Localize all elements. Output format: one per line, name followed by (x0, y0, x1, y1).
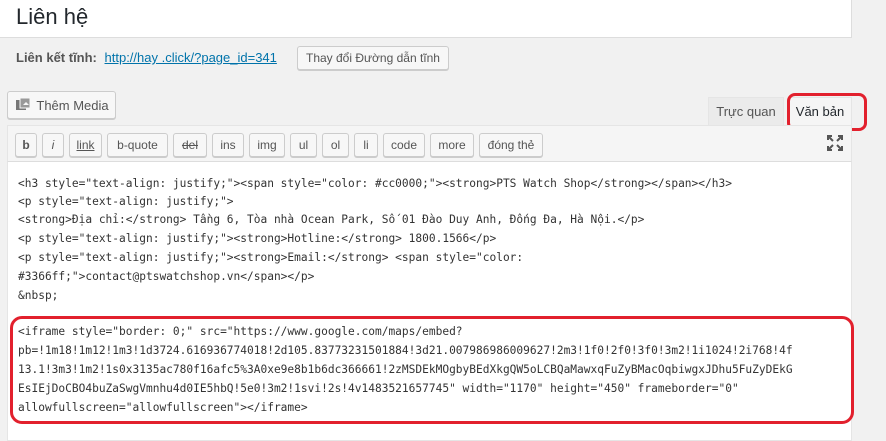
code-line: <h3 style="text-align: justify;"><span s… (18, 177, 732, 190)
quicktags-toolbar: b i link b-quote del ins img ul ol li co… (7, 125, 852, 162)
code-line: #3366ff;">contact@ptswatchshop.vn</span>… (18, 270, 315, 283)
tab-visual[interactable]: Trực quan (708, 97, 784, 125)
qt-ul-button[interactable]: ul (290, 133, 317, 157)
code-line: pb=!1m18!1m12!1m3!1d3724.616936774018!2d… (18, 344, 793, 357)
permalink-row: Liên kết tĩnh: http://hay .click/?page_i… (16, 45, 277, 71)
code-line: allowfullscreen="allowfullscreen"></ifra… (18, 401, 308, 414)
qt-bquote-button[interactable]: b-quote (107, 133, 168, 157)
qt-link-button[interactable]: link (69, 133, 102, 157)
qt-img-button[interactable]: img (249, 133, 285, 157)
permalink-label: Liên kết tĩnh: (16, 50, 97, 65)
qt-li-button[interactable]: li (354, 133, 378, 157)
post-title-field[interactable]: Liên hệ (0, 0, 852, 38)
code-line: <p style="text-align: justify;"><strong>… (18, 232, 497, 245)
code-line: EsIEjDoCBO4buZaSwgVmnhu4d0IE5hbQ!5e0!3m2… (18, 382, 739, 395)
qt-ins-button[interactable]: ins (212, 133, 244, 157)
qt-more-button[interactable]: more (430, 133, 474, 157)
qt-italic-button[interactable]: i (42, 133, 64, 157)
qt-bold-button[interactable]: b (15, 133, 37, 157)
code-line: &nbsp; (18, 289, 59, 302)
qt-code-button[interactable]: code (383, 133, 425, 157)
code-line: <p style="text-align: justify;"> (18, 195, 234, 208)
media-icon (16, 97, 31, 110)
add-media-button[interactable]: Thêm Media (7, 91, 116, 119)
qt-ol-button[interactable]: ol (322, 133, 349, 157)
permalink-url-link[interactable]: http://hay .click/?page_id=341 (105, 50, 277, 65)
code-line: <strong>Địa chỉ:</strong> Tầng 6, Tòa nh… (18, 213, 645, 226)
change-permalink-button[interactable]: Thay đổi Đường dẫn tĩnh (297, 46, 449, 70)
fullscreen-icon[interactable] (826, 134, 844, 152)
qt-del-button[interactable]: del (173, 133, 207, 157)
text-editor-area[interactable]: <h3 style="text-align: justify;"><span s… (7, 162, 852, 441)
qt-close-tags-button[interactable]: đóng thẻ (479, 133, 543, 157)
code-line: <p style="text-align: justify;"><strong>… (18, 251, 524, 264)
tab-text[interactable]: Văn bản (788, 97, 852, 125)
code-line: 13.1!3m3!1m2!1s0x3135ac780f16afc5%3A0xe9… (18, 363, 793, 376)
post-title-text: Liên hệ (16, 4, 89, 29)
code-line: <iframe style="border: 0;" src="https://… (18, 325, 463, 338)
add-media-label: Thêm Media (36, 98, 109, 113)
